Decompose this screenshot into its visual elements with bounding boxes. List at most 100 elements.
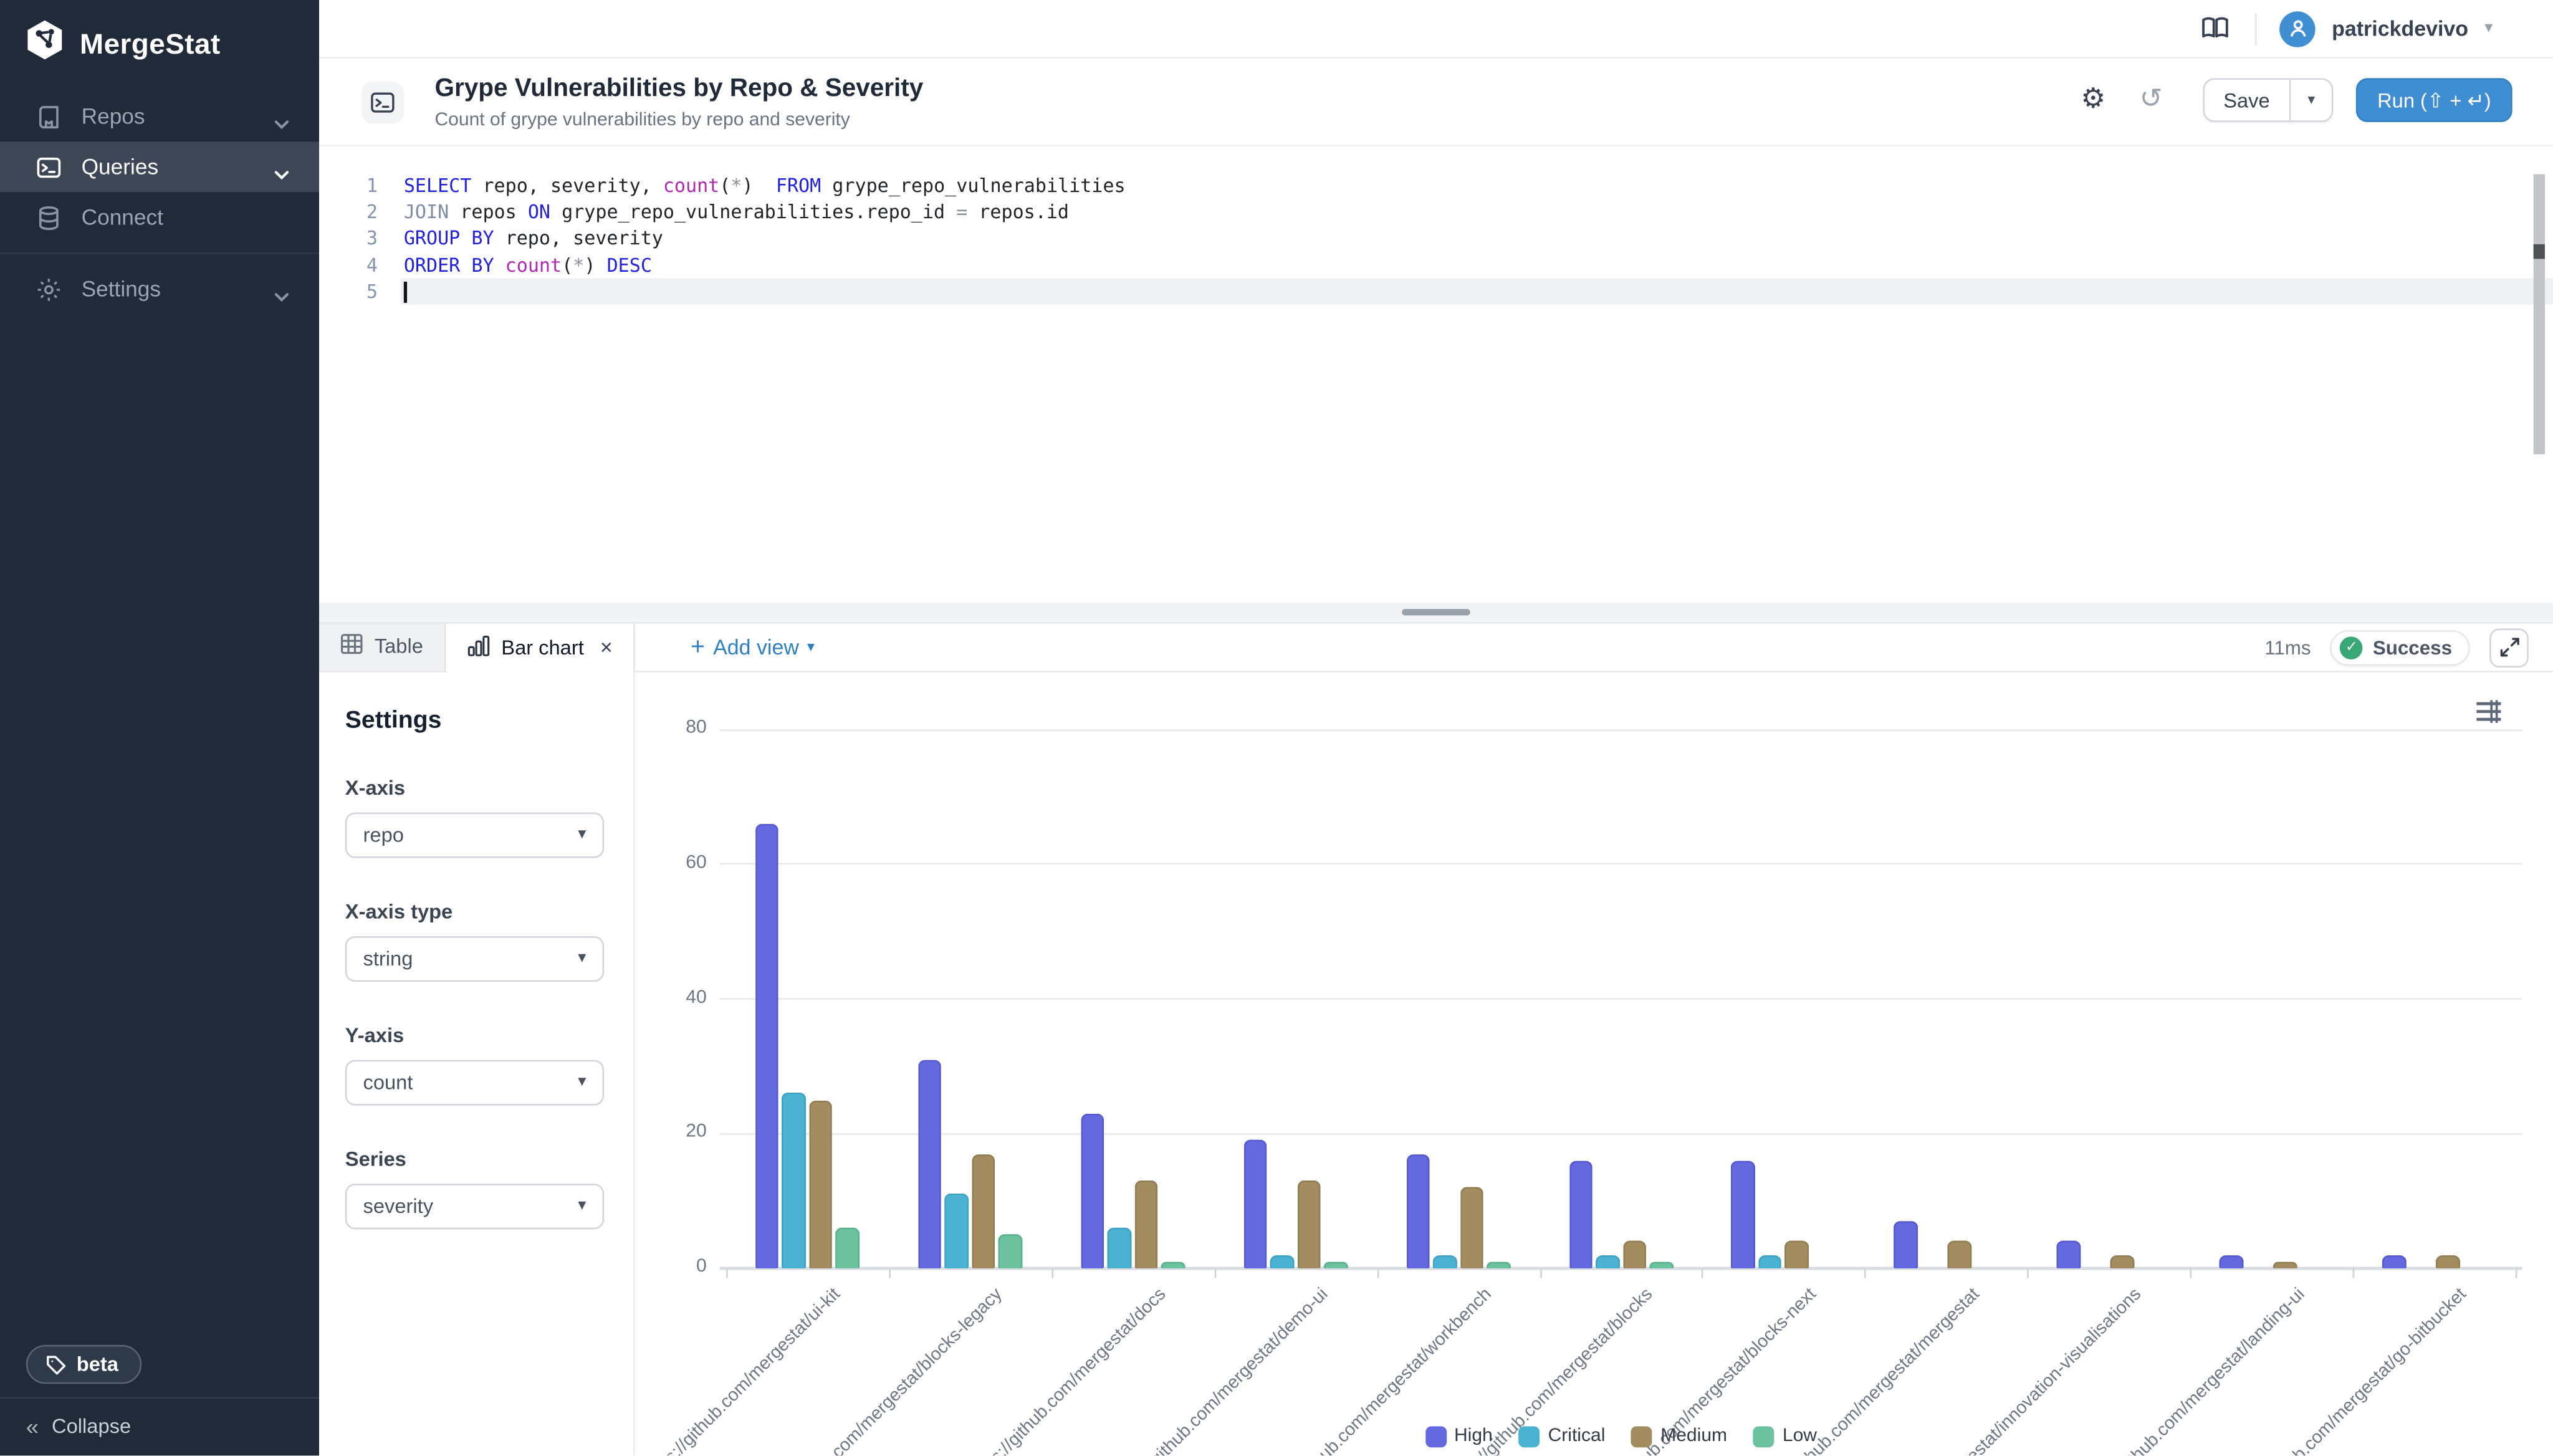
beta-label: beta	[77, 1353, 118, 1376]
chevron-down-icon: ▾	[578, 949, 586, 967]
query-settings-gear-icon[interactable]: ⚙	[2076, 82, 2111, 118]
user-icon	[2287, 18, 2308, 39]
docs-book-icon[interactable]	[2196, 11, 2232, 46]
collapse-button[interactable]: « Collapse	[0, 1396, 319, 1456]
bar-critical-6	[1758, 1255, 1782, 1268]
gridline-y20	[720, 1133, 2522, 1134]
bar-critical-1	[945, 1194, 969, 1268]
select-y-axis[interactable]: count▾	[345, 1059, 604, 1104]
run-status-area: 11ms ✓ Success	[2264, 623, 2529, 671]
y-axis-tick-label: 0	[635, 1257, 707, 1276]
legend-item-medium[interactable]: Medium	[1631, 1425, 1727, 1447]
gridline-y80	[720, 729, 2522, 730]
query-type-icon-box	[362, 82, 404, 124]
sidebar-item-settings[interactable]: Settings	[0, 264, 319, 314]
chart-toolbox-menu-icon[interactable]	[2476, 699, 2503, 730]
legend-item-low[interactable]: Low	[1753, 1425, 1817, 1447]
x-axis-tick	[889, 1268, 891, 1278]
queries-icon	[36, 154, 62, 180]
tab-table[interactable]: Table	[319, 623, 446, 670]
x-axis-label: https://github.com/mergestat/blocks-lega…	[753, 1284, 1007, 1456]
add-view-label: Add view	[713, 634, 799, 658]
run-button[interactable]: Run (⇧ + ↵)	[2356, 78, 2512, 122]
bar-critical-0	[782, 1093, 806, 1268]
history-icon[interactable]: ↻	[2134, 82, 2170, 118]
bar-medium-9	[2273, 1262, 2297, 1268]
close-icon[interactable]: ×	[600, 636, 613, 658]
gridline-y60	[720, 863, 2522, 865]
divider	[2255, 12, 2257, 45]
editor-scrollbar-thumb[interactable]	[2534, 244, 2545, 259]
tab-bar-chart[interactable]: Bar chart ×	[446, 623, 635, 671]
bar-high-7	[1894, 1221, 1918, 1268]
save-menu-caret[interactable]: ▾	[2289, 80, 2332, 120]
logo-text: MergeStat	[80, 27, 221, 61]
chart-legend: High Critical Medium Low	[1425, 1425, 1817, 1447]
select-x-axis[interactable]: repo▾	[345, 812, 604, 857]
username[interactable]: patrickdevivo	[2332, 16, 2468, 41]
legend-item-high[interactable]: High	[1425, 1425, 1493, 1447]
y-axis-tick-label: 80	[635, 718, 707, 737]
x-axis-tick	[1540, 1268, 1541, 1278]
expand-icon	[2498, 636, 2519, 658]
sidebar-item-connect[interactable]: Connect	[0, 192, 319, 242]
y-axis-tick-label: 40	[635, 987, 707, 1007]
logo[interactable]: MergeStat	[23, 18, 221, 70]
line-number: 1	[319, 175, 378, 198]
select-series[interactable]: severity▾	[345, 1183, 604, 1228]
avatar[interactable]	[2280, 11, 2316, 46]
add-view-button[interactable]: + Add view ▾	[691, 623, 815, 670]
sidebar-item-label: Repos	[82, 104, 145, 128]
page-title: Grype Vulnerabilities by Repo & Severity	[434, 75, 923, 104]
sidebar-item-repos[interactable]: Repos	[0, 91, 319, 141]
editor-line: 3GROUP BY repo, severity	[319, 225, 2553, 251]
bar-critical-2	[1108, 1228, 1131, 1268]
bar-high-9	[2220, 1255, 2243, 1268]
legend-swatch	[1631, 1425, 1652, 1447]
header-actions: ⚙ ↻ Save ▾ Run (⇧ + ↵)	[2076, 78, 2512, 122]
editor-line: 1SELECT repo, severity, count(*) FROM gr…	[319, 173, 2553, 199]
sidebar-item-label: Queries	[82, 155, 159, 179]
bar-high-10	[2382, 1255, 2406, 1268]
table-icon	[340, 633, 363, 659]
user-menu-caret-icon[interactable]: ▾	[2484, 19, 2493, 37]
bar-low-4	[1487, 1262, 1510, 1268]
tab-label: Bar chart	[501, 636, 583, 659]
bar-low-3	[1324, 1262, 1348, 1268]
add-view-caret-icon: ▾	[807, 638, 815, 656]
x-axis-tick	[2190, 1268, 2192, 1278]
bar-critical-4	[1433, 1255, 1457, 1268]
save-button[interactable]: Save	[2204, 80, 2289, 120]
fullscreen-button[interactable]	[2489, 628, 2529, 667]
bar-low-5	[1649, 1262, 1673, 1268]
sidebar: MergeStat Repos Queries Connect Settings be…	[0, 0, 319, 1456]
bar-medium-8	[2110, 1255, 2134, 1268]
bar-medium-1	[972, 1154, 995, 1268]
nav-separator	[0, 252, 319, 254]
bar-medium-6	[1785, 1242, 1809, 1268]
legend-swatch	[1753, 1425, 1775, 1447]
bar-high-0	[755, 824, 779, 1268]
select-x-axis-type[interactable]: string▾	[345, 936, 604, 981]
editor-scrollbar[interactable]	[2534, 175, 2545, 454]
x-axis-tick	[2353, 1268, 2355, 1278]
legend-label: Critical	[1548, 1426, 1606, 1445]
chevron-down-icon	[274, 161, 290, 186]
editor-line: 5	[319, 278, 2553, 304]
gridline-y40	[720, 998, 2522, 1000]
results-panel: Table Bar chart × + Add view ▾ 11ms ✓ Succ…	[319, 623, 2553, 1456]
sql-editor[interactable]: 1SELECT repo, severity, count(*) FROM gr…	[319, 146, 2553, 602]
bar-high-2	[1081, 1113, 1104, 1268]
y-axis-tick-label: 20	[635, 1122, 707, 1141]
resize-handle[interactable]	[1402, 608, 1470, 616]
sidebar-item-label: Connect	[82, 205, 163, 229]
line-number: 3	[319, 227, 378, 250]
legend-label: High	[1454, 1426, 1493, 1445]
bar-high-6	[1732, 1161, 1755, 1268]
sidebar-item-queries[interactable]: Queries	[0, 141, 319, 192]
bar-medium-5	[1622, 1242, 1646, 1268]
legend-item-critical[interactable]: Critical	[1519, 1425, 1606, 1447]
status-badge: ✓ Success	[2330, 630, 2470, 665]
code-text: ORDER BY count(*) DESC	[378, 254, 652, 277]
line-number: 4	[319, 254, 378, 277]
